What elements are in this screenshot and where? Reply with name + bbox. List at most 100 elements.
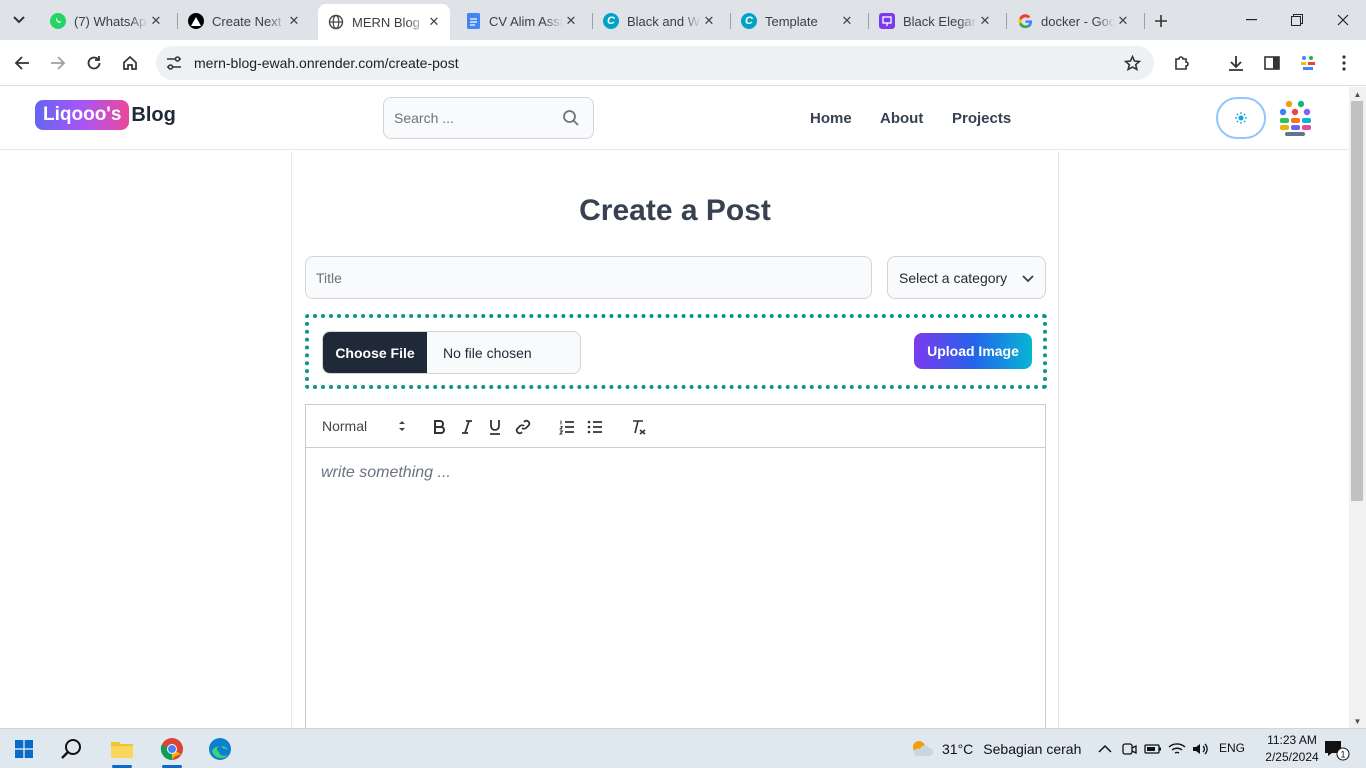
whatsapp-icon — [50, 13, 66, 29]
tab-title: Black and White — [627, 13, 701, 29]
bold-button[interactable] — [430, 418, 448, 436]
close-tab-icon[interactable]: ✕ — [839, 13, 855, 29]
editor-placeholder[interactable]: write something ... — [321, 464, 451, 482]
close-tab-icon[interactable]: ✕ — [148, 13, 164, 29]
link-button[interactable] — [514, 418, 532, 436]
upload-image-button[interactable]: Upload Image — [914, 333, 1032, 369]
scroll-down-arrow-icon[interactable]: ▼ — [1349, 714, 1366, 728]
close-tab-icon[interactable]: ✕ — [977, 13, 993, 29]
italic-button[interactable] — [458, 418, 476, 436]
home-button[interactable] — [118, 51, 142, 75]
site-logo[interactable]: Liqooo's Blog — [35, 100, 176, 130]
user-avatar[interactable] — [1277, 99, 1313, 137]
profile-button[interactable] — [1296, 51, 1320, 75]
file-input[interactable]: Choose File No file chosen — [322, 331, 581, 374]
close-tab-icon[interactable]: ✕ — [1115, 13, 1131, 29]
forward-button[interactable] — [46, 51, 70, 75]
search-icon[interactable] — [561, 108, 581, 128]
browser-toolbar: mern-blog-ewah.onrender.com/create-post — [0, 40, 1366, 86]
page-scrollbar[interactable]: ▲ ▼ — [1349, 87, 1366, 728]
browser-tab-template[interactable]: C Template ✕ — [731, 6, 863, 36]
category-select[interactable]: Select a category — [887, 256, 1046, 299]
notification-icon: 1 — [1325, 741, 1350, 761]
bookmark-button[interactable] — [1120, 51, 1144, 75]
nav-about[interactable]: About — [880, 110, 923, 127]
bullet-list-icon — [587, 420, 602, 434]
meet-now-icon[interactable] — [1120, 740, 1138, 758]
new-tab-button[interactable] — [1150, 10, 1172, 32]
side-panel-button[interactable] — [1260, 51, 1284, 75]
browser-tab-whatsapp[interactable]: (7) WhatsApp ✕ — [40, 6, 172, 36]
theme-toggle-button[interactable] — [1216, 97, 1266, 139]
ordered-list-icon — [559, 420, 574, 435]
chrome-menu-button[interactable] — [1332, 51, 1356, 75]
minimize-window-button[interactable] — [1228, 0, 1274, 40]
notification-center-button[interactable]: 1 — [1322, 737, 1350, 761]
back-button[interactable] — [10, 51, 34, 75]
browser-tab-black-elegant[interactable]: Black Elegant ✕ — [869, 6, 1001, 36]
close-tab-icon[interactable]: ✕ — [563, 13, 579, 29]
system-clock[interactable]: 11:23 AM 2/25/2024 — [1262, 732, 1322, 766]
tab-title: CV Alim Assistant — [489, 13, 563, 29]
underline-button[interactable] — [486, 418, 504, 436]
logo-badge: Liqooo's — [35, 100, 130, 130]
header-format-select[interactable]: Normal — [322, 418, 405, 434]
choose-file-button[interactable]: Choose File — [323, 332, 427, 373]
chevron-down-icon — [13, 16, 25, 24]
input-language[interactable]: ENG — [1219, 741, 1245, 755]
browser-tab-black-and-white[interactable]: C Black and White ✕ — [593, 6, 725, 36]
puzzle-icon — [1175, 56, 1189, 70]
search-input[interactable]: Search ... — [383, 97, 594, 139]
clock-time: 11:23 AM — [1267, 733, 1317, 747]
reload-button[interactable] — [82, 51, 106, 75]
taskbar-search-button[interactable] — [48, 729, 96, 769]
title-input[interactable]: Title — [305, 256, 872, 299]
show-hidden-icons-button[interactable] — [1096, 740, 1114, 758]
clear-format-button[interactable] — [630, 418, 648, 436]
minimize-icon — [1245, 19, 1257, 21]
browser-tab-cv[interactable]: CV Alim Assistant ✕ — [455, 6, 587, 36]
start-button[interactable] — [0, 729, 48, 769]
address-bar[interactable]: mern-blog-ewah.onrender.com/create-post — [156, 46, 1154, 80]
browser-tab-create-next-app[interactable]: Create Next App ✕ — [178, 6, 310, 36]
extensions-button[interactable] — [1170, 51, 1194, 75]
tab-title: Template — [765, 13, 818, 29]
google-icon — [1017, 13, 1033, 29]
site-info-icon[interactable] — [166, 55, 182, 71]
scrollbar-thumb[interactable] — [1351, 101, 1363, 501]
browser-tab-mern-blog[interactable]: MERN Blog ✕ — [318, 4, 450, 40]
taskbar-edge[interactable] — [196, 729, 244, 769]
nav-projects[interactable]: Projects — [952, 110, 1011, 127]
close-tab-icon[interactable]: ✕ — [286, 13, 302, 29]
clear-format-icon — [633, 420, 646, 435]
browser-tab-docker-google[interactable]: docker - Google ✕ — [1007, 6, 1139, 36]
volume-icon[interactable] — [1192, 740, 1210, 758]
url-text[interactable]: mern-blog-ewah.onrender.com/create-post — [194, 55, 459, 71]
weather-widget[interactable]: 31°C Sebagian cerah — [910, 729, 1081, 769]
scroll-up-arrow-icon[interactable]: ▲ — [1349, 87, 1366, 101]
bullet-list-button[interactable] — [586, 418, 604, 436]
ordered-list-button[interactable] — [558, 418, 576, 436]
svg-text:1: 1 — [1340, 750, 1345, 760]
tab-title: (7) WhatsApp — [74, 13, 148, 29]
search-icon — [61, 739, 81, 759]
close-window-button[interactable] — [1320, 0, 1366, 40]
home-icon — [123, 55, 137, 70]
taskbar-file-explorer[interactable] — [98, 729, 146, 769]
downloads-button[interactable] — [1224, 51, 1248, 75]
wifi-icon[interactable] — [1168, 740, 1186, 758]
battery-icon[interactable] — [1144, 740, 1162, 758]
close-tab-icon[interactable]: ✕ — [426, 14, 442, 30]
profile-icon — [1301, 56, 1315, 70]
restore-window-button[interactable] — [1274, 0, 1320, 40]
taskbar-chrome[interactable] — [148, 729, 196, 769]
weather-temp: 31°C — [942, 741, 974, 757]
nav-home[interactable]: Home — [810, 110, 852, 127]
chevron-up-icon — [1098, 744, 1112, 753]
close-tab-icon[interactable]: ✕ — [701, 13, 717, 29]
download-icon — [1229, 56, 1243, 71]
tab-title: Create Next App — [212, 13, 286, 29]
more-vertical-icon — [1342, 55, 1346, 71]
editor-toolbar: Normal — [306, 405, 1045, 448]
tab-search-dropdown[interactable] — [6, 8, 32, 32]
